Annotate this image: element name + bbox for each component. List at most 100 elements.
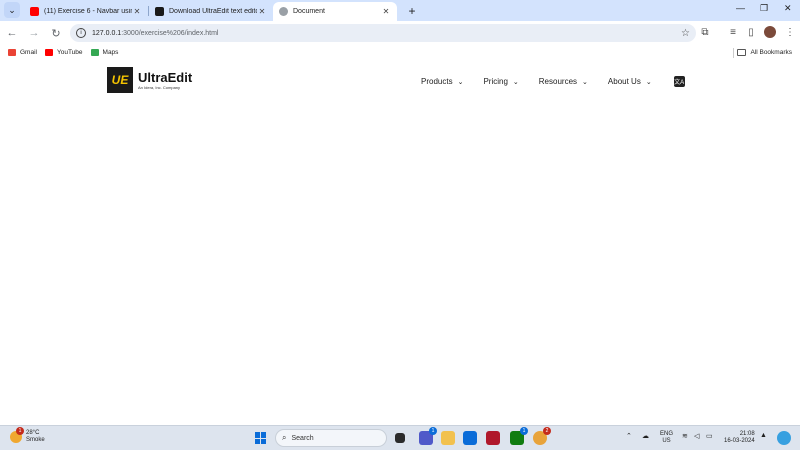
chevron-down-icon: ⌄: [457, 78, 464, 86]
xbox-icon[interactable]: 1: [510, 427, 528, 445]
bookmark-label: YouTube: [56, 49, 83, 56]
address-bar[interactable]: i 127.0.0.1 :3000/exercise%206/index.htm…: [70, 24, 696, 42]
bookmark-label: Maps: [102, 49, 119, 56]
search-icon: ⌕: [282, 433, 287, 442]
chevron-down-icon: ⌄: [582, 78, 588, 86]
date: 16-03-2024: [724, 438, 755, 444]
close-icon[interactable]: ✕: [132, 7, 142, 16]
profile-avatar[interactable]: [764, 26, 776, 38]
window-close-icon[interactable]: ✕: [784, 3, 792, 14]
url-host: 127.0.0.1: [92, 29, 122, 37]
volume-icon[interactable]: ◁: [694, 432, 699, 440]
nav-resources[interactable]: Resources ⌄: [539, 77, 588, 86]
all-bookmarks-button[interactable]: All Bookmarks: [737, 49, 792, 56]
file-explorer-icon[interactable]: [441, 431, 455, 445]
ultraedit-favicon-icon: [155, 7, 164, 16]
new-tab-button[interactable]: +: [405, 4, 419, 18]
translate-icon[interactable]: 文A: [673, 76, 685, 87]
bookmark-star-icon[interactable]: ☆: [681, 28, 690, 39]
lang-top: ENG: [660, 431, 674, 437]
menu-kebab-icon[interactable]: ⋮: [783, 25, 797, 39]
tab-strip: ⌄ (11) Exercise 6 - Navbar using I ✕ Dow…: [0, 0, 800, 21]
nav-products[interactable]: Products ⌄: [421, 77, 463, 86]
close-icon[interactable]: ✕: [381, 7, 391, 16]
weather-widget[interactable]: 1 28°C Smoke: [10, 427, 45, 444]
folder-icon: [737, 49, 747, 56]
brand-tagline: An Idera, Inc. Company: [138, 84, 181, 90]
notification-badge: 2: [543, 427, 551, 435]
copilot-icon[interactable]: [777, 431, 791, 445]
brand-text: UltraEdit An Idera, Inc. Company: [138, 69, 193, 90]
tab-title: (11) Exercise 6 - Navbar using I: [44, 8, 132, 15]
tab-document[interactable]: Document ✕: [273, 2, 397, 21]
minimize-icon[interactable]: —: [736, 3, 745, 13]
youtube-icon: [44, 49, 53, 56]
windows-taskbar: 1 28°C Smoke ⌕ Search 1 1 2 ⌃ ☁ ENG US ≋…: [0, 425, 800, 450]
nav-about-us[interactable]: About Us ⌄: [608, 77, 652, 86]
clock[interactable]: 21:08 16-03-2024: [724, 431, 755, 445]
notification-badge: 1: [520, 427, 528, 435]
page-content: UE UltraEdit An Idera, Inc. Company Prod…: [0, 60, 800, 425]
bookmark-gmail[interactable]: Gmail: [8, 49, 37, 56]
language-indicator[interactable]: ENG US: [660, 431, 673, 445]
bookmark-label: Gmail: [20, 49, 37, 56]
brand-logo[interactable]: UE UltraEdit An Idera, Inc. Company: [107, 67, 192, 93]
task-view-icon[interactable]: [395, 433, 405, 443]
bookmarks-bar: Gmail YouTube Maps All Bookmarks: [0, 45, 800, 60]
globe-icon: [279, 7, 288, 16]
back-icon[interactable]: ←: [2, 23, 22, 43]
taskbar-search[interactable]: ⌕ Search: [275, 429, 387, 447]
chrome-icon[interactable]: 2: [533, 427, 551, 445]
chevron-up-icon[interactable]: ⌃: [626, 432, 632, 440]
windows-start-icon[interactable]: [255, 432, 267, 444]
close-icon[interactable]: ✕: [257, 7, 267, 16]
gmail-icon: [8, 49, 16, 56]
nav-label: Products: [421, 77, 453, 86]
forward-icon[interactable]: →: [24, 23, 44, 43]
notification-bell-icon[interactable]: ▲: [760, 432, 767, 439]
ultraedit-logo-icon: UE: [107, 67, 133, 93]
bookmark-youtube[interactable]: YouTube: [44, 49, 83, 56]
tab-search-button[interactable]: ⌄: [4, 2, 20, 18]
search-label: Search: [291, 434, 314, 442]
chevron-down-icon: ⌄: [512, 78, 519, 86]
tab-title: Download UltraEdit text editor: [169, 8, 257, 15]
notification-badge: 1: [16, 427, 24, 435]
tab-exercise[interactable]: (11) Exercise 6 - Navbar using I ✕: [24, 2, 148, 21]
cloud-icon[interactable]: ☁: [642, 432, 649, 440]
nav-label: About Us: [607, 77, 641, 86]
maps-icon: [90, 49, 99, 56]
lang-bottom: US: [662, 438, 671, 444]
app-icon[interactable]: [486, 431, 500, 445]
site-navbar: Products ⌄ Pricing ⌄ Resources ⌄ About U…: [421, 76, 685, 87]
url-path: :3000/exercise%206/index.html: [121, 29, 219, 37]
weather-sun-icon: 1: [10, 427, 24, 443]
nav-label: Resources: [538, 77, 578, 86]
youtube-favicon-icon: [30, 7, 39, 16]
extensions-icon[interactable]: ⧉: [698, 25, 712, 39]
weather-desc: Smoke: [26, 437, 45, 443]
side-panel-icon[interactable]: ▯: [744, 25, 758, 39]
bookmarks-divider: [733, 47, 734, 58]
mail-icon[interactable]: [463, 431, 477, 445]
chevron-down-icon: ⌄: [645, 78, 652, 86]
media-controls-icon[interactable]: ≡: [726, 25, 740, 39]
tab-title: Document: [293, 8, 325, 15]
weather-temp: 28°C: [26, 430, 40, 436]
wifi-icon[interactable]: ≋: [682, 432, 688, 440]
bookmark-maps[interactable]: Maps: [90, 49, 119, 56]
reload-icon[interactable]: ↻: [46, 23, 66, 43]
battery-icon[interactable]: ▭: [706, 432, 713, 440]
browser-toolbar: ← → ↻ i 127.0.0.1 :3000/exercise%206/ind…: [0, 21, 800, 45]
teams-icon[interactable]: 1: [419, 427, 437, 445]
notification-badge: 1: [429, 427, 437, 435]
nav-label: Pricing: [483, 77, 508, 86]
screen: ⌄ (11) Exercise 6 - Navbar using I ✕ Dow…: [0, 0, 800, 450]
site-info-icon[interactable]: i: [76, 28, 86, 38]
tab-ultraedit[interactable]: Download UltraEdit text editor ✕: [149, 2, 273, 21]
all-bookmarks-label: All Bookmarks: [750, 49, 792, 56]
nav-pricing[interactable]: Pricing ⌄: [483, 77, 518, 86]
brand-name: UltraEdit: [138, 69, 193, 85]
time: 21:08: [739, 431, 755, 437]
restore-icon[interactable]: ❐: [760, 3, 768, 14]
